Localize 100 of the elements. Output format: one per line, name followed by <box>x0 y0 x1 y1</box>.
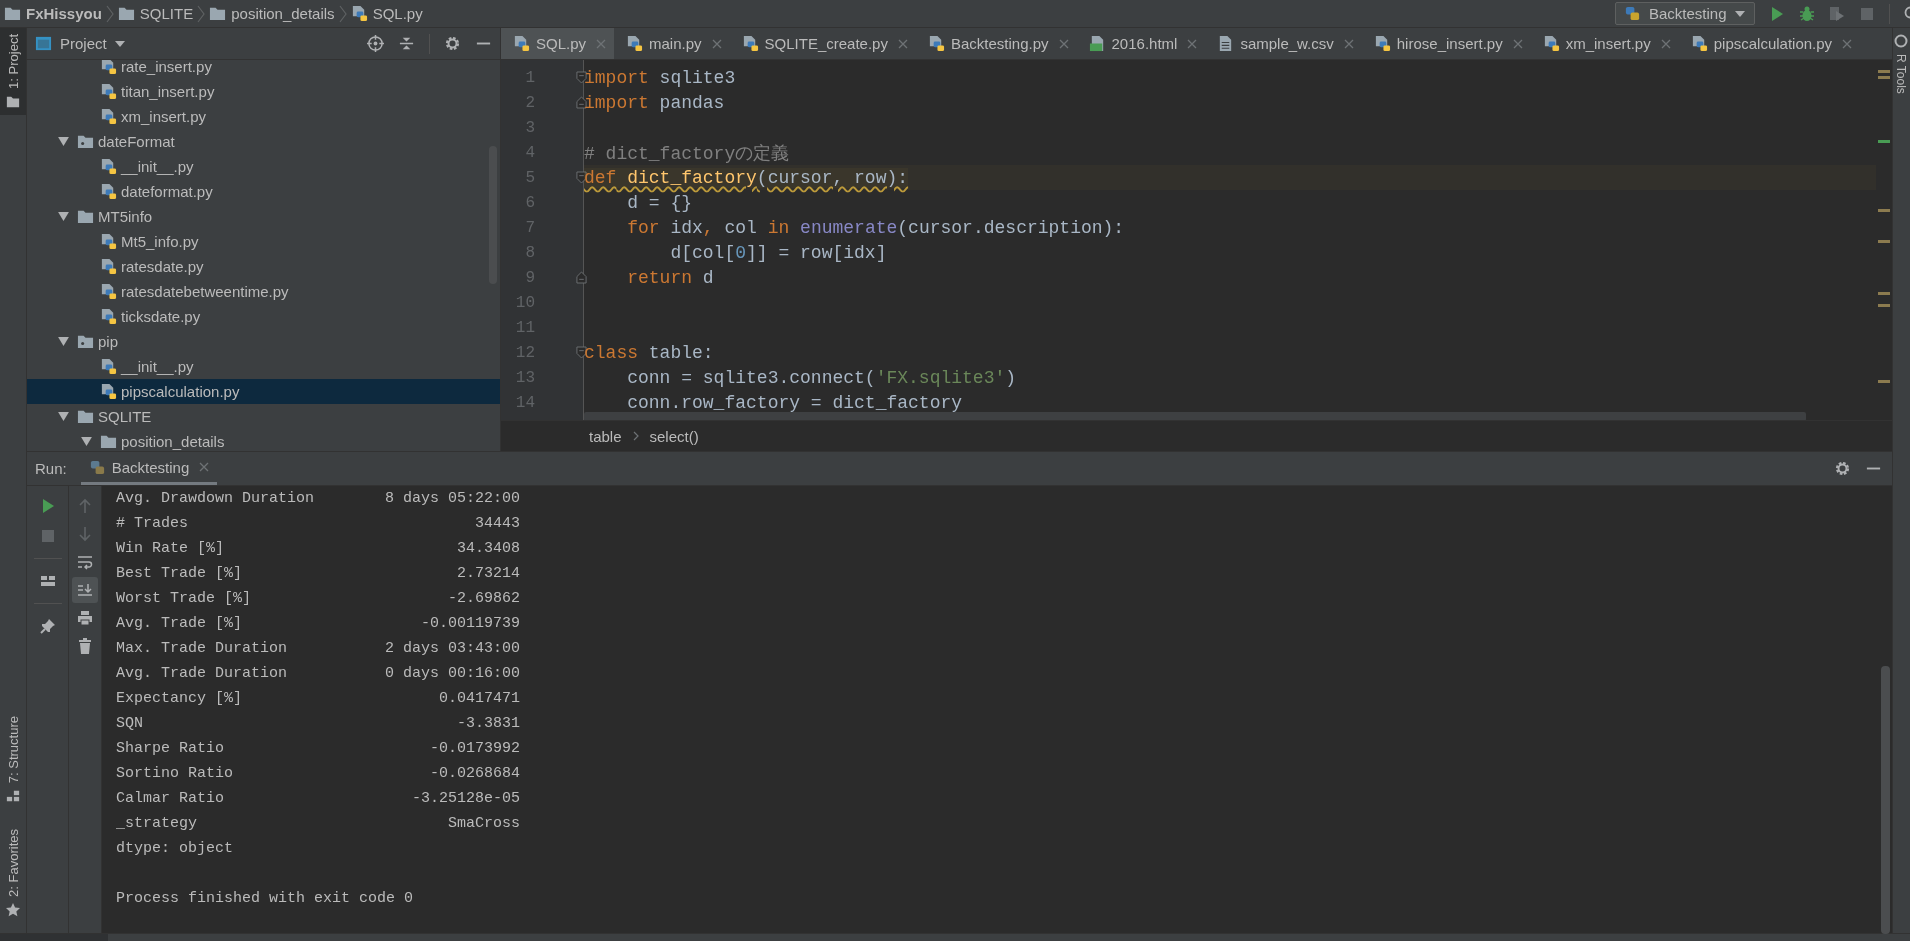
tool-window-tab[interactable]: 1: Project <box>0 28 26 115</box>
code-line: d = {} <box>626 192 693 213</box>
breadcrumb-item[interactable]: FxHissyou <box>4 5 102 22</box>
console-label: Best Trade [%] <box>116 565 243 582</box>
close-icon[interactable] <box>1660 38 1671 49</box>
tree-item[interactable]: ratesdate.py <box>27 254 500 279</box>
close-icon[interactable] <box>1842 38 1853 49</box>
expand-arrow-icon[interactable] <box>81 437 92 446</box>
breadcrumb-item[interactable]: SQL.py <box>350 5 423 22</box>
collapse-all-icon[interactable] <box>398 35 415 52</box>
editor-tab[interactable]: Backtesting.py <box>915 28 1077 59</box>
close-icon[interactable] <box>596 38 607 49</box>
scrollbar-thumb[interactable] <box>1881 666 1890 934</box>
tree-item[interactable]: SQLITE <box>27 404 500 429</box>
close-icon[interactable] <box>199 462 210 472</box>
trash-icon[interactable] <box>77 638 93 654</box>
tree-item[interactable]: pip <box>27 329 500 354</box>
debug-bug-icon[interactable] <box>1799 5 1815 22</box>
console-value: -2.69862 <box>448 590 520 607</box>
soft-wrap-icon[interactable] <box>77 554 93 570</box>
tool-window-tab[interactable]: R Tools <box>1893 28 1909 100</box>
console-label: Calmar Ratio <box>116 790 225 807</box>
coverage-icon[interactable] <box>1829 5 1845 22</box>
tree-item[interactable]: Mt5_info.py <box>27 229 500 254</box>
folder-icon <box>209 5 227 22</box>
fold-marker-icon[interactable] <box>576 271 587 284</box>
editor-tab[interactable]: main.py <box>614 28 730 59</box>
editor-tab[interactable]: sample_w.csv <box>1205 28 1362 59</box>
python-file-icon <box>100 60 117 75</box>
python-file-icon <box>100 233 117 250</box>
tree-item[interactable]: ticksdate.py <box>27 304 500 329</box>
print-icon[interactable] <box>77 610 93 626</box>
breadcrumb-item[interactable]: table <box>589 427 622 445</box>
console-label: # Trades <box>116 515 188 532</box>
editor-tab[interactable]: hirose_insert.py <box>1361 28 1531 59</box>
fold-marker-icon[interactable] <box>576 71 587 84</box>
close-icon[interactable] <box>897 38 908 49</box>
fold-marker-icon[interactable] <box>576 171 587 184</box>
arrow-up-icon[interactable] <box>77 498 93 514</box>
console-label: Sortino Ratio <box>116 765 234 782</box>
breadcrumb-item[interactable]: SQLITE <box>117 5 194 22</box>
code-line: d[col[0]] = row[idx] <box>669 242 887 263</box>
tree-item[interactable]: rate_insert.py <box>27 60 500 79</box>
tree-item[interactable]: dateFormat <box>27 129 500 154</box>
arrow-down-icon[interactable] <box>77 526 93 542</box>
locate-icon[interactable] <box>367 35 384 52</box>
settings-icon[interactable] <box>444 35 461 52</box>
stop-icon[interactable] <box>39 528 56 544</box>
console-value: -0.0268684 <box>430 765 520 782</box>
tool-window-tab[interactable]: 7: Structure <box>0 709 26 810</box>
tree-item[interactable]: pipscalculation.py <box>27 379 500 404</box>
python-file-icon <box>100 383 117 400</box>
tree-item[interactable]: __init__.py <box>27 154 500 179</box>
editor-tab[interactable]: SQL.py <box>501 28 615 59</box>
expand-arrow-icon[interactable] <box>58 337 69 346</box>
run-configuration-dropdown[interactable]: Backtesting <box>1615 2 1755 25</box>
settings-icon[interactable] <box>1834 460 1851 477</box>
editor-tab[interactable]: 2016.html <box>1076 28 1206 59</box>
tree-item[interactable]: xm_insert.py <box>27 104 500 129</box>
close-icon[interactable] <box>1187 38 1198 49</box>
expand-arrow-icon[interactable] <box>58 212 69 221</box>
tree-item[interactable]: MT5info <box>27 204 500 229</box>
close-icon[interactable] <box>711 38 722 49</box>
tree-item[interactable]: position_details <box>27 429 500 451</box>
tree-item[interactable]: __init__.py <box>27 354 500 379</box>
console-value: 2 days 03:43:00 <box>384 640 520 657</box>
fold-marker-icon[interactable] <box>576 346 587 359</box>
console-value: -0.00119739 <box>420 615 520 632</box>
breadcrumb-item[interactable]: position_details <box>209 5 335 22</box>
fold-marker-icon[interactable] <box>576 96 587 109</box>
editor-tab[interactable]: xm_insert.py <box>1530 28 1679 59</box>
close-icon[interactable] <box>1343 38 1354 49</box>
pin-icon[interactable] <box>39 618 56 634</box>
scroll-to-end-icon[interactable] <box>72 577 98 603</box>
console-value: -0.0173992 <box>430 740 520 757</box>
code-line: import sqlite3 <box>584 67 736 88</box>
stop-icon[interactable] <box>1859 5 1875 22</box>
close-icon[interactable] <box>1058 38 1069 49</box>
tree-item[interactable]: ratesdatebetweentime.py <box>27 279 500 304</box>
breadcrumb-item[interactable]: select() <box>649 427 699 445</box>
python-file-icon <box>626 35 644 52</box>
tree-item[interactable]: dateformat.py <box>27 179 500 204</box>
console-value: 34.3408 <box>457 540 520 557</box>
horizontal-scrollbar[interactable] <box>584 412 1806 420</box>
editor-tab[interactable]: SQLITE_create.py <box>729 28 916 59</box>
console-label: Avg. Drawdown Duration <box>116 490 315 507</box>
expand-arrow-icon[interactable] <box>58 412 69 421</box>
tree-item[interactable]: titan_insert.py <box>27 79 500 104</box>
code-line: # dict_factoryの定義 <box>584 142 790 165</box>
layout-icon[interactable] <box>39 573 56 589</box>
folder-icon <box>117 5 135 22</box>
run-icon[interactable] <box>1769 5 1785 22</box>
editor-tab[interactable]: pipscalculation.py <box>1678 28 1861 59</box>
project-view-selector[interactable]: Project <box>35 35 125 52</box>
close-icon[interactable] <box>1512 38 1523 49</box>
expand-arrow-icon[interactable] <box>58 137 69 146</box>
tool-window-tab[interactable]: 2: Favorites <box>0 823 26 923</box>
chevron-icon <box>338 3 347 24</box>
console-value: 34443 <box>475 515 520 532</box>
python-file-icon <box>100 283 117 300</box>
